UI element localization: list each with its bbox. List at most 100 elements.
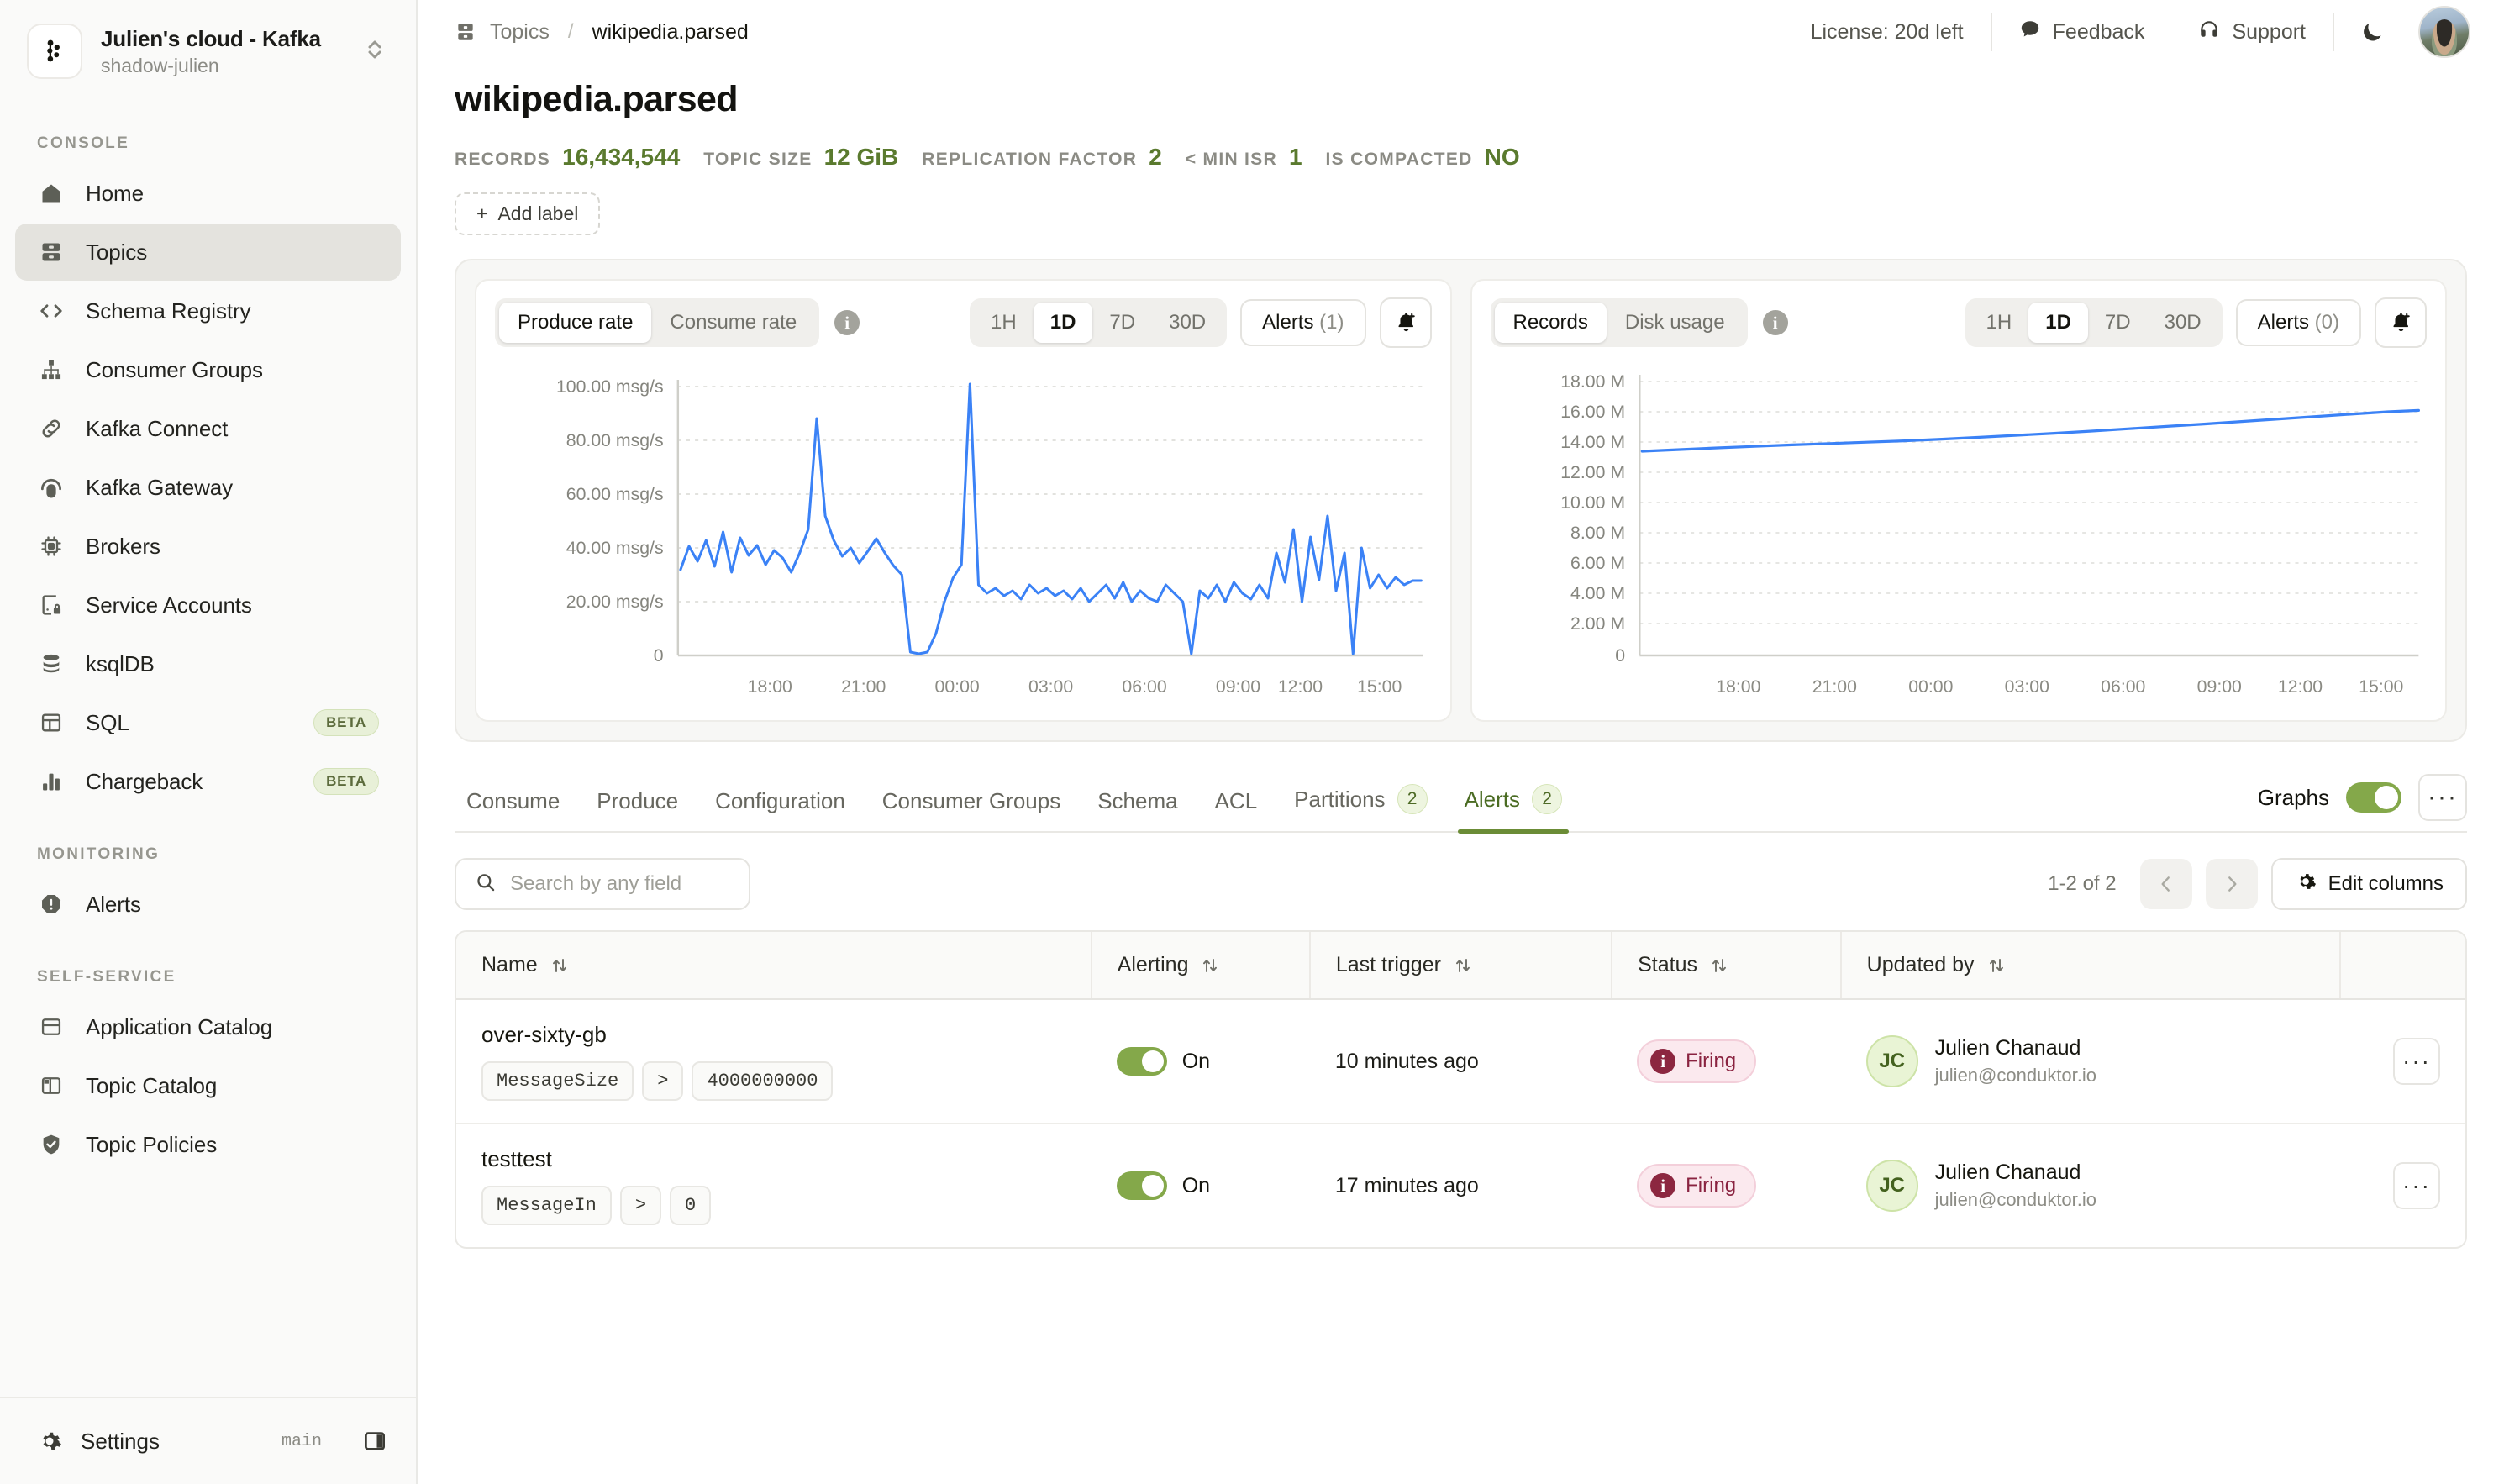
search-box[interactable] (455, 858, 750, 910)
tab-consume[interactable]: Consume (455, 776, 578, 831)
sidebar-item-chargeback[interactable]: Chargeback BETA (15, 753, 401, 810)
status-label: Firing (1686, 1050, 1737, 1072)
add-alert-bell-icon[interactable] (2375, 297, 2427, 348)
tab-alerts[interactable]: Alerts 2 (1446, 772, 1581, 834)
range-30d[interactable]: 30D (1152, 303, 1223, 343)
range-1d[interactable]: 1D (2028, 303, 2088, 343)
sidebar-item-kafka-gateway[interactable]: Kafka Gateway (15, 459, 401, 516)
shield-check-icon (37, 1130, 66, 1159)
sidebar-item-kafka-connect[interactable]: Kafka Connect (15, 400, 401, 457)
info-icon[interactable]: i (834, 310, 860, 335)
more-options-button[interactable]: ··· (2418, 774, 2467, 821)
col-last-trigger[interactable]: Last trigger (1309, 932, 1613, 1000)
gear-icon[interactable] (37, 1429, 62, 1454)
tab-consume-rate[interactable]: Consume rate (651, 303, 815, 343)
sidebar-item-schema-registry[interactable]: Schema Registry (15, 282, 401, 339)
sidebar-item-sql[interactable]: SQL BETA (15, 694, 401, 751)
avatar[interactable] (2418, 6, 2470, 58)
prev-page-button[interactable] (2139, 859, 2192, 909)
chart-alerts-button-right[interactable]: Alerts (0) (2235, 299, 2361, 346)
add-alert-bell-icon[interactable] (1379, 297, 1432, 348)
alerts-count: (0) (2314, 311, 2339, 334)
sidebar-item-ksqldb[interactable]: ksqlDB (15, 635, 401, 692)
col-name[interactable]: Name (456, 932, 1092, 1000)
edit-columns-label: Edit columns (2328, 872, 2444, 895)
tab-acl[interactable]: ACL (1197, 776, 1276, 831)
label-row: + Add label (418, 171, 2504, 235)
tab-configuration[interactable]: Configuration (697, 776, 864, 831)
col-header-label: Last trigger (1335, 953, 1441, 976)
tab-consumer-groups[interactable]: Consumer Groups (864, 776, 1079, 831)
tab-partitions[interactable]: Partitions 2 (1276, 772, 1445, 831)
range-segmented-left: 1H 1D 7D 30D (970, 298, 1228, 347)
sidebar-item-topics[interactable]: Topics (15, 224, 401, 281)
alerting-toggle[interactable] (1116, 1171, 1167, 1200)
add-label-button[interactable]: + Add label (455, 192, 601, 235)
range-7d[interactable]: 7D (2088, 303, 2148, 343)
tab-produce-rate[interactable]: Produce rate (499, 303, 652, 343)
row-menu-button[interactable]: ··· (2393, 1038, 2440, 1085)
sidebar-item-service-accounts[interactable]: Service Accounts (15, 576, 401, 634)
feedback-label: Feedback (2052, 19, 2145, 44)
svg-text:09:00: 09:00 (1216, 677, 1260, 697)
alert-condition: MessageIn > 0 (481, 1186, 1066, 1225)
col-status[interactable]: Status (1612, 932, 1842, 1000)
sidebar-item-application-catalog[interactable]: Application Catalog (15, 998, 401, 1055)
range-1d[interactable]: 1D (1033, 303, 1093, 343)
info-icon[interactable]: i (1762, 310, 1788, 335)
search-input[interactable] (510, 872, 730, 896)
chart-alerts-button-left[interactable]: Alerts (1) (1240, 299, 1366, 346)
range-1h[interactable]: 1H (1970, 303, 2029, 343)
tab-disk-usage[interactable]: Disk usage (1607, 303, 1744, 343)
produce-rate-plot: 100.00 msg/s 80.00 msg/s 60.00 msg/s 40.… (495, 363, 1432, 712)
next-page-button[interactable] (2205, 859, 2258, 909)
table-row[interactable]: over-sixty-gb MessageSize > 4000000000 O… (456, 999, 2465, 1124)
sidebar-item-alerts[interactable]: Alerts (15, 876, 401, 933)
toggle-panel-icon[interactable] (362, 1429, 387, 1454)
svg-text:18:00: 18:00 (1716, 677, 1760, 697)
tab-produce[interactable]: Produce (578, 776, 697, 831)
topic-stats: RECORDS 16,434,544 TOPIC SIZE 12 GiB REP… (455, 144, 2467, 171)
breadcrumb-topics[interactable]: Topics (490, 20, 550, 45)
support-button[interactable]: Support (2171, 18, 2333, 46)
user-email: julien@conduktor.io (1934, 1189, 2097, 1210)
svg-text:2.00 M: 2.00 M (1570, 614, 1625, 634)
feedback-button[interactable]: Feedback (1992, 18, 2172, 46)
sort-icon[interactable] (1986, 955, 2007, 976)
cell-updated-by: JC Julien Chanaud julien@conduktor.io (1840, 999, 2341, 1124)
alerting-toggle[interactable] (1116, 1047, 1167, 1076)
sidebar-item-brokers[interactable]: Brokers (15, 518, 401, 575)
sidebar-item-consumer-groups[interactable]: Consumer Groups (15, 341, 401, 398)
table-row[interactable]: testtest MessageIn > 0 On 17 minutes ago… (456, 1124, 2465, 1247)
svg-text:60.00 msg/s: 60.00 msg/s (566, 485, 664, 504)
tab-label: Produce (597, 788, 679, 813)
tab-records[interactable]: Records (1494, 303, 1607, 343)
sidebar-item-home[interactable]: Home (15, 165, 401, 222)
sort-icon[interactable] (1200, 955, 1220, 976)
edit-columns-button[interactable]: Edit columns (2270, 858, 2467, 910)
sort-icon[interactable] (550, 955, 570, 976)
range-30d[interactable]: 30D (2148, 303, 2218, 343)
row-menu-button[interactable]: ··· (2393, 1162, 2440, 1209)
sidebar-item-topic-policies[interactable]: Topic Policies (15, 1116, 401, 1173)
org-switcher[interactable]: Julien's cloud - Kafka shadow-julien (24, 18, 392, 84)
topics-icon (37, 238, 66, 266)
rate-mode-segmented: Produce rate Consume rate (495, 298, 820, 347)
dark-mode-toggle[interactable] (2334, 19, 2410, 45)
sort-icon[interactable] (1709, 955, 1729, 976)
graphs-toggle[interactable] (2346, 782, 2401, 813)
col-alerting[interactable]: Alerting (1091, 932, 1311, 1000)
range-7d[interactable]: 7D (1092, 303, 1152, 343)
range-segmented-right: 1H 1D 7D 30D (1965, 298, 2223, 347)
settings-label[interactable]: Settings (81, 1429, 160, 1455)
svg-text:12:00: 12:00 (1278, 677, 1323, 697)
table-toolbar: 1-2 of 2 Edit columns (455, 858, 2467, 910)
col-header-label: Alerting (1117, 953, 1189, 976)
range-1h[interactable]: 1H (974, 303, 1034, 343)
sidebar-item-topic-catalog[interactable]: Topic Catalog (15, 1057, 401, 1114)
tab-label: Consume (466, 788, 560, 813)
col-updated-by[interactable]: Updated by (1840, 932, 2342, 1000)
tab-schema[interactable]: Schema (1079, 776, 1196, 831)
sidebar-item-label: Chargeback (86, 768, 203, 794)
sort-icon[interactable] (1453, 955, 1473, 976)
